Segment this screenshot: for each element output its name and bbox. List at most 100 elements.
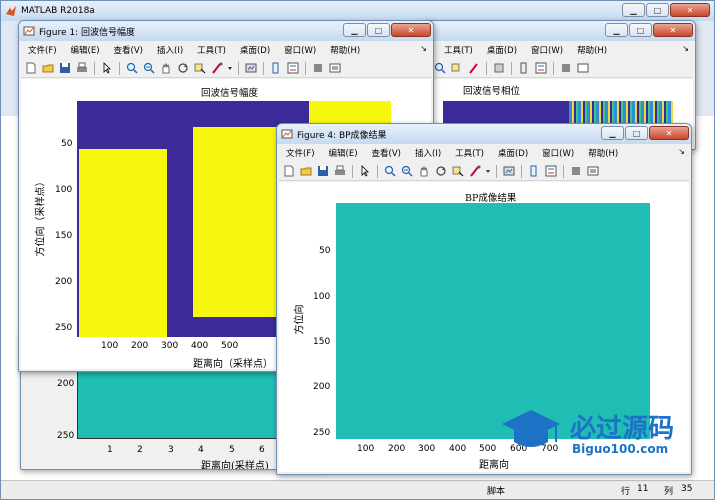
fig2-link-icon[interactable] — [492, 61, 506, 75]
print-icon[interactable] — [75, 61, 89, 75]
fig4-menu-help[interactable]: 帮助(H) — [581, 147, 625, 159]
fig2-zoom-in-icon[interactable] — [433, 61, 447, 75]
fig1-xtick: 300 — [161, 341, 179, 351]
fig3-xlabel: 距离向(采样点) — [201, 461, 269, 470]
insert-colorbar-icon[interactable] — [269, 61, 283, 75]
brush-icon[interactable] — [210, 61, 224, 75]
fig4-close-button[interactable]: ✕ — [649, 126, 689, 140]
save-icon[interactable] — [58, 61, 72, 75]
fig2-menu-desktop[interactable]: 桌面(D) — [480, 44, 524, 56]
pan-hand-icon[interactable] — [159, 61, 173, 75]
fig4-dock-arrow-icon[interactable]: ↘ — [678, 147, 685, 156]
fig2-close-button[interactable]: ✕ — [653, 23, 693, 37]
link-plot-icon[interactable] — [502, 164, 516, 178]
brush-dropdown-icon[interactable] — [227, 61, 233, 75]
fig1-menu-help[interactable]: 帮助(H) — [323, 44, 367, 56]
fig2-minimize-button[interactable]: ▁ — [605, 23, 628, 37]
link-plot-icon[interactable] — [244, 61, 258, 75]
fig4-menu-insert[interactable]: 插入(I) — [408, 147, 448, 159]
hide-plot-tools-icon[interactable] — [569, 164, 583, 178]
fig4-menu-edit[interactable]: 编辑(E) — [322, 147, 365, 159]
show-plot-tools-icon[interactable] — [328, 61, 342, 75]
fig4-menu-desktop[interactable]: 桌面(D) — [491, 147, 535, 159]
fig3-xtick: 2 — [137, 445, 143, 455]
fig4-menu-bar: 文件(F) 编辑(E) 查看(V) 插入(I) 工具(T) 桌面(D) 窗口(W… — [279, 145, 689, 161]
open-file-icon[interactable] — [41, 61, 55, 75]
minimize-button[interactable]: ▁ — [622, 3, 645, 17]
insert-colorbar-icon[interactable] — [527, 164, 541, 178]
fig1-maximize-button[interactable]: □ — [367, 23, 390, 37]
fig1-ytick: 50 — [61, 139, 73, 149]
open-file-icon[interactable] — [299, 164, 313, 178]
fig4-ytick: 250 — [313, 428, 331, 438]
fig4-xtick: 400 — [449, 444, 467, 454]
fig2-menu-window[interactable]: 窗口(W) — [524, 44, 570, 56]
data-cursor-icon[interactable] — [451, 164, 465, 178]
fig1-close-button[interactable]: ✕ — [391, 23, 431, 37]
fig4-minimize-button[interactable]: ▁ — [601, 126, 624, 140]
fig2-menu-help[interactable]: 帮助(H) — [570, 44, 614, 56]
fig4-menu-file[interactable]: 文件(F) — [279, 147, 322, 159]
close-button[interactable]: ✕ — [670, 3, 710, 17]
zoom-in-icon[interactable] — [383, 164, 397, 178]
fig2-menu-tools[interactable]: 工具(T) — [437, 44, 480, 56]
zoom-out-icon[interactable] — [142, 61, 156, 75]
brush-icon[interactable] — [468, 164, 482, 178]
fig2-maximize-button[interactable]: □ — [629, 23, 652, 37]
fig1-minimize-button[interactable]: ▁ — [343, 23, 366, 37]
edit-plot-arrow-icon[interactable] — [358, 164, 372, 178]
fig2-hide-tools-icon[interactable] — [559, 61, 573, 75]
fig2-toolbar — [423, 59, 693, 78]
status-script: 脚本 — [487, 487, 506, 497]
fig4-menu-tools[interactable]: 工具(T) — [448, 147, 491, 159]
fig2-colorbar-icon[interactable] — [517, 61, 531, 75]
figure2-title-bar: ▁ □ ✕ — [421, 21, 695, 41]
fig4-maximize-button[interactable]: □ — [625, 126, 648, 140]
fig2-phase-fringes — [569, 101, 673, 125]
watermark-url: Biguo100.com — [572, 442, 669, 456]
hide-plot-tools-icon[interactable] — [311, 61, 325, 75]
fig4-axes-title: BP成像结果 — [465, 193, 517, 204]
fig2-legend-icon[interactable] — [534, 61, 548, 75]
fig1-menu-desktop[interactable]: 桌面(D) — [233, 44, 277, 56]
new-figure-icon[interactable] — [282, 164, 296, 178]
fig4-menu-view[interactable]: 查看(V) — [365, 147, 408, 159]
edit-plot-arrow-icon[interactable] — [100, 61, 114, 75]
fig1-menu-tools[interactable]: 工具(T) — [190, 44, 233, 56]
fig1-menu-view[interactable]: 查看(V) — [107, 44, 150, 56]
fig4-ylabel: 方位向 — [294, 304, 306, 335]
fig1-xlabel: 距离向（采样点） — [193, 359, 273, 370]
watermark-brand: 必过源码 — [570, 414, 675, 444]
rotate-3d-icon[interactable] — [176, 61, 190, 75]
new-figure-icon[interactable] — [24, 61, 38, 75]
fig2-show-tools-icon[interactable] — [576, 61, 590, 75]
fig1-menu-bar: 文件(F) 编辑(E) 查看(V) 插入(I) 工具(T) 桌面(D) 窗口(W… — [21, 42, 431, 58]
fig4-menu-window[interactable]: 窗口(W) — [535, 147, 581, 159]
zoom-in-icon[interactable] — [125, 61, 139, 75]
zoom-out-icon[interactable] — [400, 164, 414, 178]
fig1-dock-arrow-icon[interactable]: ↘ — [420, 44, 427, 53]
status-col-label: 列 — [664, 487, 674, 497]
fig2-dock-arrow-icon[interactable]: ↘ — [682, 44, 689, 53]
save-icon[interactable] — [316, 164, 330, 178]
fig3-ytick: 250 — [57, 431, 75, 441]
fig1-menu-insert[interactable]: 插入(I) — [150, 44, 190, 56]
fig1-menu-file[interactable]: 文件(F) — [21, 44, 64, 56]
print-icon[interactable] — [333, 164, 347, 178]
brush-dropdown-icon[interactable] — [485, 164, 491, 178]
maximize-button[interactable]: □ — [646, 3, 669, 17]
fig1-menu-edit[interactable]: 编辑(E) — [64, 44, 107, 56]
fig2-data-cursor-icon[interactable] — [450, 61, 464, 75]
insert-legend-icon[interactable] — [286, 61, 300, 75]
pan-hand-icon[interactable] — [417, 164, 431, 178]
fig2-menu-bar: 工具(T) 桌面(D) 窗口(W) 帮助(H) ↘ — [423, 42, 693, 58]
fig1-menu-window[interactable]: 窗口(W) — [277, 44, 323, 56]
rotate-3d-icon[interactable] — [434, 164, 448, 178]
show-plot-tools-icon[interactable] — [586, 164, 600, 178]
fig4-xtick: 300 — [418, 444, 436, 454]
insert-legend-icon[interactable] — [544, 164, 558, 178]
fig2-brush-icon[interactable] — [467, 61, 481, 75]
fig3-xtick: 4 — [198, 445, 204, 455]
data-cursor-icon[interactable] — [193, 61, 207, 75]
fig3-xtick: 5 — [229, 445, 235, 455]
